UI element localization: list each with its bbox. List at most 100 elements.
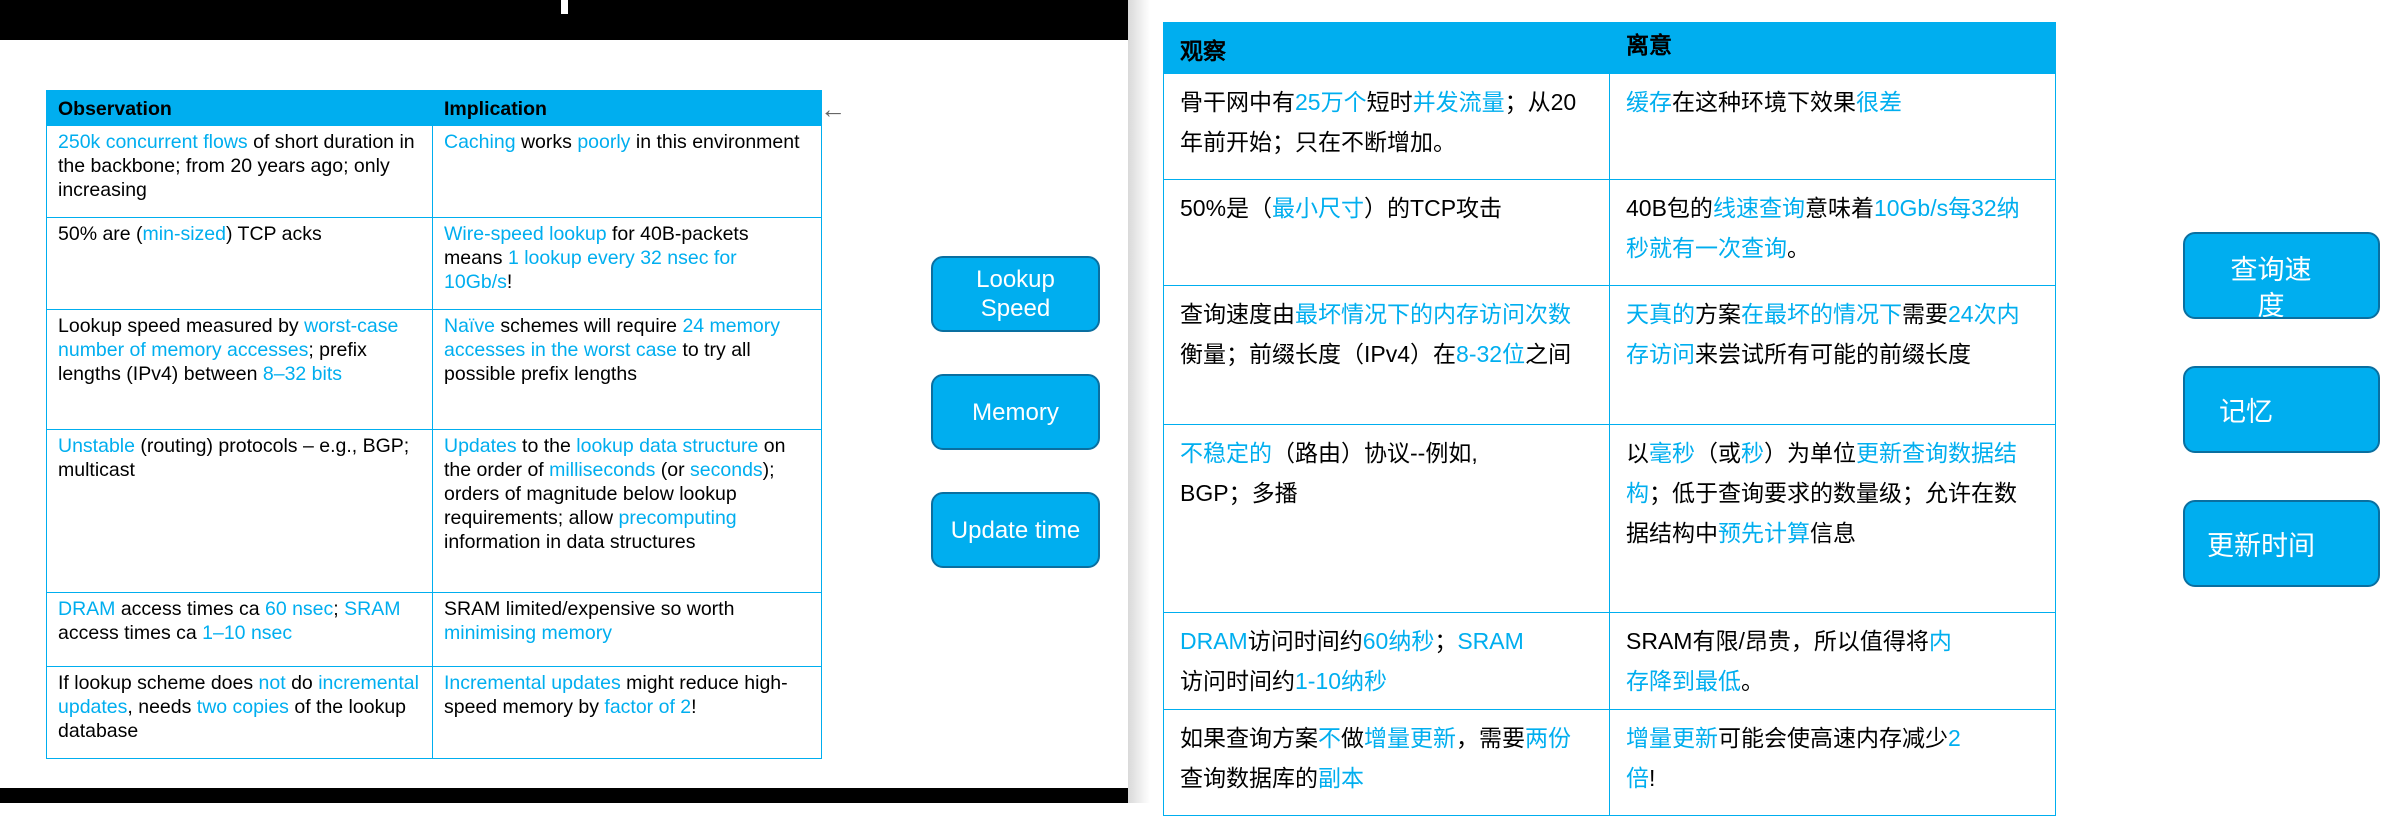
right-header-implication-label: 离意 — [1626, 32, 1672, 58]
implication-cell: 增量更新可能会使高速内存减少2 倍! — [1609, 709, 2056, 816]
implication-cell: 缓存在这种环境下效果很差 — [1609, 73, 2056, 180]
cell-text: 如果查询方案 — [1180, 725, 1318, 751]
top-bar-mark — [561, 0, 568, 14]
observation-cell: 如果查询方案不做增量更新，需要两份查询数据库的副本 — [1163, 709, 1610, 816]
memory-label: Memory — [972, 398, 1059, 426]
cell-text: SRAM有限/昂贵，所以值得将 — [1626, 628, 1929, 654]
right-table-header-row: 观察 离意 — [1163, 22, 2056, 74]
lookup-speed-button-cn[interactable]: 查询速度 — [2183, 232, 2380, 319]
table-row: DRAM访问时间约60纳秒；SRAM 访问时间约1-10纳秒 SRAM有限/昂贵… — [1163, 612, 2056, 710]
observation-cell: 查询速度由最坏情况下的内存访问次数衡量；前缀长度（IPv4）在8-32位之间 — [1163, 285, 1610, 425]
highlighted-text: milliseconds — [549, 459, 656, 481]
cell-text: ! — [506, 271, 513, 293]
cell-text: ）的TCP攻击 — [1364, 195, 1503, 221]
implication-cell: Incremental updates might reduce high-sp… — [432, 666, 822, 759]
highlighted-text: not — [258, 672, 286, 694]
cell-text: 以 — [1626, 440, 1649, 466]
memory-button-cn[interactable]: 记忆 — [2183, 366, 2380, 453]
left-bottom-bar — [0, 788, 1128, 803]
highlighted-text: 很差 — [1856, 89, 1902, 115]
highlighted-text: 最坏情况下的内存访问次数 — [1295, 301, 1571, 327]
highlighted-text: 并发流量 — [1412, 89, 1505, 115]
observation-cell: Unstable (routing) protocols – e.g., BGP… — [46, 429, 433, 593]
table-row: 查询速度由最坏情况下的内存访问次数衡量；前缀长度（IPv4）在8-32位之间 天… — [1163, 285, 2056, 425]
highlighted-text: 增量更新 — [1626, 725, 1718, 751]
table-row: 不稳定的（路由）协议--例如, BGP；多播 以毫秒（或秒）为单位更新查询数据结… — [1163, 424, 2056, 613]
slide-divider — [1128, 0, 1150, 803]
right-header-implication: 离意 — [1609, 22, 2056, 74]
highlighted-text: factor of 2 — [604, 696, 692, 718]
left-slide: Observation Implication 250k concurrent … — [0, 0, 1128, 803]
cell-text: 方案 — [1695, 301, 1741, 327]
cell-text: 50% are ( — [58, 223, 143, 245]
memory-label-cn: 记忆 — [2219, 397, 2273, 427]
cell-text: 意味着 — [1804, 195, 1874, 221]
highlighted-text: 最小尺寸 — [1272, 195, 1365, 221]
update-time-button[interactable]: Update time — [931, 492, 1100, 568]
highlighted-text: 8-32位 — [1456, 341, 1526, 367]
highlighted-text: 250k concurrent flows — [58, 131, 248, 153]
implication-cell: SRAM有限/昂贵，所以值得将内 存降到最低。 — [1609, 612, 2056, 710]
highlighted-text: Incremental updates — [444, 672, 621, 694]
highlighted-text: 线速查询 — [1712, 195, 1805, 221]
highlighted-text: 缓存 — [1626, 89, 1672, 115]
cell-text: 查询数据库的 — [1180, 765, 1318, 791]
highlighted-text: lookup data structure — [576, 435, 759, 457]
cell-text: ； — [1434, 628, 1458, 654]
highlighted-text: 在最坏的情况下 — [1741, 301, 1902, 327]
cell-text: schemes will require — [494, 315, 683, 337]
table-row: 50%是（最小尺寸）的TCP攻击 40B包的线速查询意味着10Gb/s每32纳秒… — [1163, 179, 2056, 286]
update-time-button-cn[interactable]: 更新时间 — [2183, 500, 2380, 587]
highlighted-text: precomputing — [618, 507, 737, 529]
cell-text: , needs — [127, 696, 197, 718]
observation-cell: Lookup speed measured by worst-case numb… — [46, 309, 433, 430]
cell-text: Lookup speed measured by — [58, 315, 305, 337]
cell-text: ，需要 — [1456, 725, 1525, 751]
left-header-implication: Implication — [432, 90, 822, 126]
implication-cell: Updates to the lookup data structure on … — [432, 429, 822, 593]
cell-text: ）为单位 — [1764, 440, 1856, 466]
cell-text: 在这种环境下效果 — [1672, 89, 1856, 115]
highlighted-text: Naïve — [444, 315, 495, 337]
highlighted-text: SRAM — [344, 598, 401, 620]
cell-text: ) TCP acks — [225, 223, 322, 245]
highlighted-text: 秒 — [1741, 440, 1764, 466]
lookup-speed-button[interactable]: Lookup Speed — [931, 256, 1100, 332]
left-top-bar — [0, 0, 1128, 40]
highlighted-text: 1–10 nsec — [202, 622, 293, 644]
observation-cell: DRAM access times ca 60 nsec; SRAM acces… — [46, 592, 433, 667]
left-arrow-icon[interactable]: ← — [820, 94, 846, 125]
cell-text: 查询速度由 — [1180, 301, 1295, 327]
highlighted-text: 60纳秒 — [1362, 628, 1435, 654]
highlighted-text: min-sized — [142, 223, 226, 245]
highlighted-text: DRAM — [58, 598, 116, 620]
highlighted-text: seconds — [690, 459, 763, 481]
implication-cell: Caching works poorly in this environment — [432, 125, 822, 218]
cell-text: 可能会使高速内存减少 — [1718, 725, 1948, 751]
cell-text: 访问时间约 — [1180, 668, 1295, 694]
observation-cell: DRAM访问时间约60纳秒；SRAM 访问时间约1-10纳秒 — [1163, 612, 1610, 710]
highlighted-text: 25万个 — [1295, 89, 1367, 115]
observation-cell: If lookup scheme does not do incremental… — [46, 666, 433, 759]
cell-text: 40B包的 — [1626, 195, 1713, 221]
table-row: 50% are (min-sized) TCP acks Wire-speed … — [46, 217, 822, 310]
lookup-speed-label-cn: 查询速度 — [2230, 255, 2312, 319]
cell-text: 需要 — [1902, 301, 1948, 327]
cell-text: （或 — [1695, 440, 1741, 466]
memory-button[interactable]: Memory — [931, 374, 1100, 450]
cell-text: 做 — [1341, 725, 1364, 751]
highlighted-text: 两份 — [1525, 725, 1571, 751]
cell-text: ! — [1649, 765, 1656, 791]
cell-text: works — [515, 131, 578, 153]
highlighted-text: 8–32 bits — [262, 363, 343, 385]
right-header-observation: 观察 — [1163, 22, 1610, 74]
cell-text: information in data structures — [444, 531, 696, 553]
highlighted-text: 天真的 — [1626, 301, 1695, 327]
right-header-observation-label: 观察 — [1180, 38, 1226, 64]
highlighted-text: 增量更新 — [1364, 725, 1456, 751]
cell-text: If lookup scheme does — [58, 672, 259, 694]
cell-text: 访问时间约 — [1247, 628, 1363, 654]
table-row: Unstable (routing) protocols – e.g., BGP… — [46, 429, 822, 593]
observation-cell: 250k concurrent flows of short duration … — [46, 125, 433, 218]
highlighted-text: 预先计算 — [1718, 520, 1810, 546]
